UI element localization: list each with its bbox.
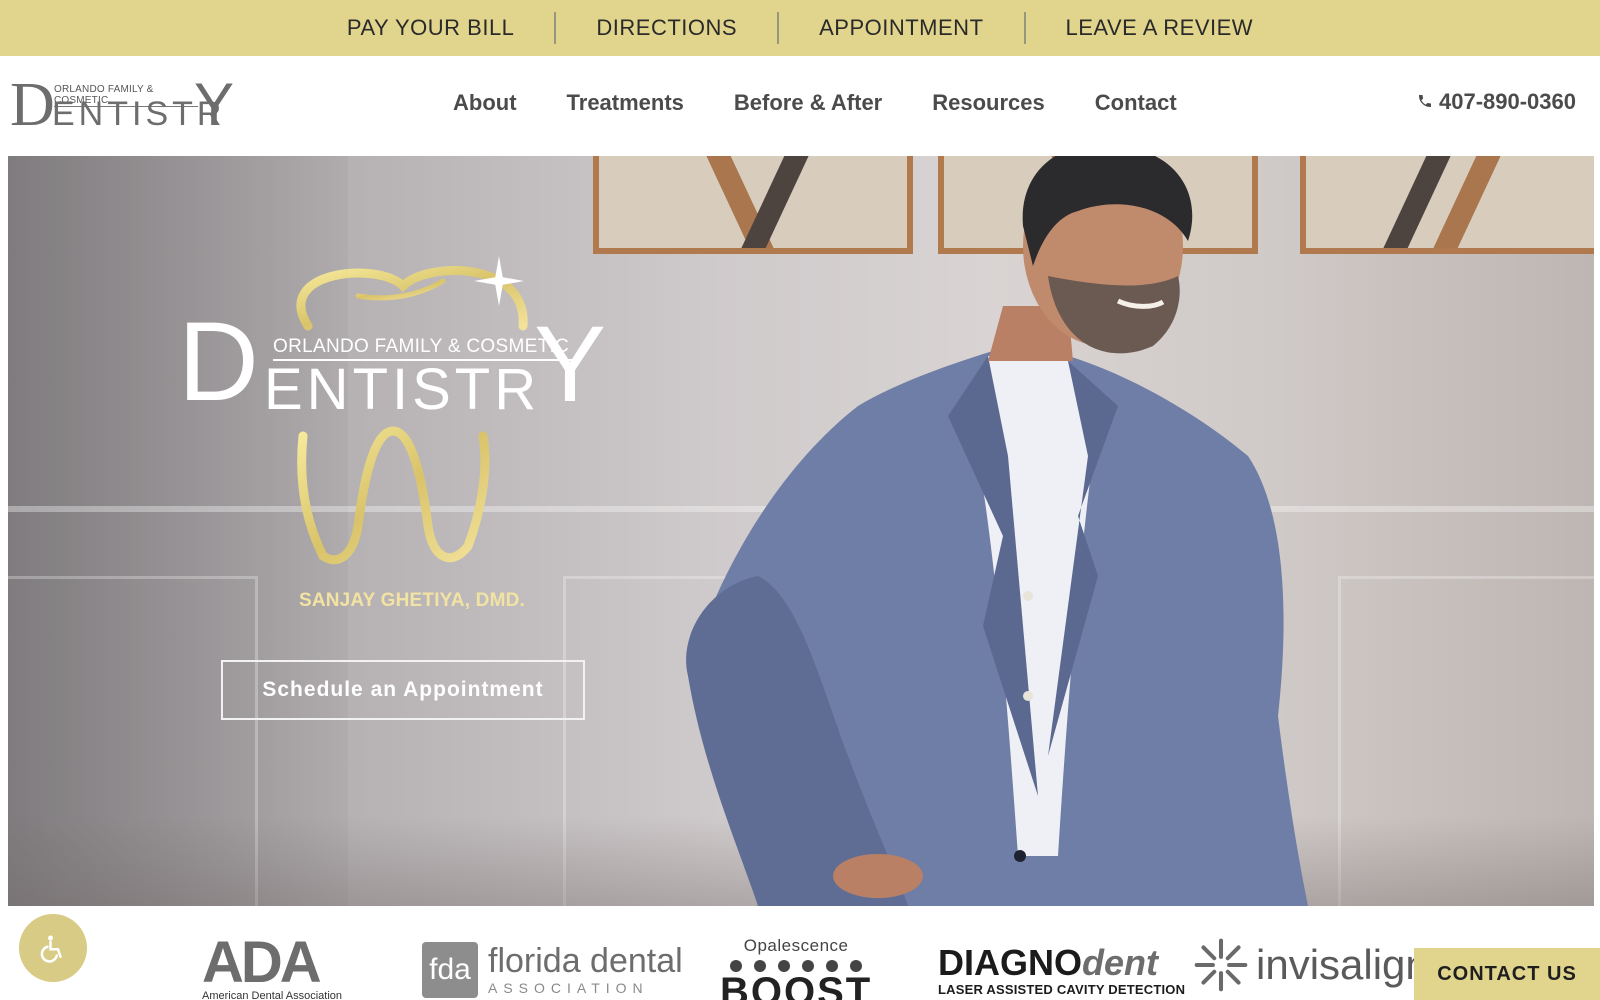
hero-logo-letter-y: Y [534,303,607,424]
association-logos: ADA American Dental Association fda flor… [0,906,1600,1000]
hero-banner: D ORLANDO FAMILY & COSMETIC ENTISTR Y SA… [8,156,1594,906]
phone-number: 407-890-0360 [1438,89,1576,114]
pay-bill-link[interactable]: PAY YOUR BILL [307,12,555,44]
ada-caption: American Dental Association [202,990,343,1000]
sparkle-icon [474,256,524,306]
nav-resources[interactable]: Resources [932,90,1045,116]
boost-brand: Opalescence [743,936,849,955]
fda-title: florida dental [488,942,683,980]
logo-letter-d: D [10,71,55,139]
hero-logo: D ORLANDO FAMILY & COSMETIC ENTISTR Y [178,256,618,566]
diagno-main: DIAGNO [938,942,1082,983]
directions-link[interactable]: DIRECTIONS [556,12,777,44]
ada-mark: ADA [202,930,322,995]
schedule-appointment-button[interactable]: Schedule an Appointment [221,660,585,720]
invisalign-logo: invisalign [1194,938,1429,992]
logo-letter-y: Y [194,71,235,138]
nav-contact[interactable]: Contact [1095,90,1177,116]
invisalign-wordmark: invisalign [1256,941,1429,988]
opalescence-boost-logo: Opalescence BOOST [720,936,872,1000]
fda-mark: fda [422,942,478,998]
boost-product: BOOST [720,970,873,1000]
dentist-photo [686,156,1308,906]
hero-logo-letter-d: D [178,299,259,424]
diagno-caption: LASER ASSISTED CAVITY DETECTION [938,982,1186,997]
invisalign-star-icon [1194,938,1248,992]
top-utility-bar: PAY YOUR BILL DIRECTIONS APPOINTMENT LEA… [0,0,1600,56]
doctor-name: SANJAY GHETIYA, DMD. [298,590,526,611]
diagno-accent: dent [1082,942,1158,983]
main-header: D ORLANDO FAMILY & COSMETIC ENTISTR Y Ab… [0,56,1600,156]
main-nav: About Treatments Before & After Resource… [453,90,1177,116]
appointment-link[interactable]: APPOINTMENT [779,12,1023,44]
nav-before-after[interactable]: Before & After [734,90,882,116]
florida-dental-logo: fda florida dental ASSOCIATION [422,942,683,998]
hero-logo-tagline: ORLANDO FAMILY & COSMETIC [273,336,574,361]
hero-logo-wordmark: ENTISTR [264,357,541,422]
diagnodent-logo: DIAGNOdent LASER ASSISTED CAVITY DETECTI… [938,942,1186,998]
site-logo[interactable]: D ORLANDO FAMILY & COSMETIC ENTISTR Y [10,74,236,140]
nav-about[interactable]: About [453,90,517,116]
fda-subtitle: ASSOCIATION [488,980,649,996]
nav-treatments[interactable]: Treatments [567,90,684,116]
phone-icon [1417,89,1433,115]
contact-us-button[interactable]: CONTACT US [1414,948,1600,1000]
phone-link[interactable]: 407-890-0360 [1417,89,1576,115]
leave-review-link[interactable]: LEAVE A REVIEW [1026,12,1294,44]
ada-logo: ADA American Dental Association [202,934,342,1000]
